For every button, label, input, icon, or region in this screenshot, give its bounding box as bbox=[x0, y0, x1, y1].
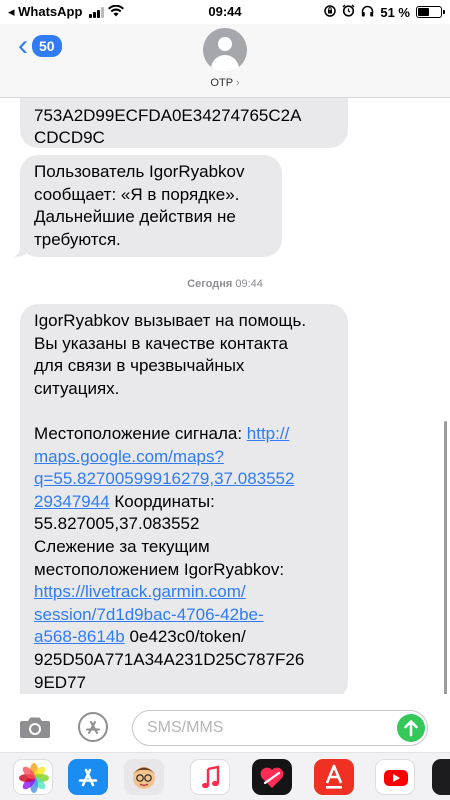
map-link[interactable]: maps.google.com/maps? bbox=[34, 447, 224, 466]
livetrack-link[interactable]: a568-8614b bbox=[34, 627, 125, 646]
back-button[interactable]: ‹ 50 bbox=[18, 31, 62, 61]
token-text: 925D50A771A34A231D25C787F26 bbox=[34, 649, 305, 669]
status-icons: 51 % bbox=[324, 4, 445, 20]
message-text: требуются. bbox=[34, 229, 121, 249]
message-bubble[interactable]: 753A2D99ECFDA0E34274765C2A CDCD9C bbox=[20, 98, 348, 148]
coordinates-label: Координаты: bbox=[109, 491, 215, 511]
unread-count-badge[interactable]: 50 bbox=[32, 35, 62, 57]
coordinates-value: 55.827005,37.083552 bbox=[34, 514, 200, 534]
conversation-header: ‹ 50 OTP › bbox=[0, 24, 450, 98]
message-text: Дальнейшие действия не bbox=[34, 207, 236, 227]
app-store-icon[interactable] bbox=[78, 712, 108, 742]
tracking-text: Слежение за текущим bbox=[34, 536, 210, 556]
status-bar: ◂ WhatsApp 09:44 51 % bbox=[0, 0, 450, 24]
message-text: Вы указаны в качестве контакта bbox=[34, 333, 288, 353]
battery-percent: 51 % bbox=[380, 4, 410, 20]
token-text: 9ED77 bbox=[34, 672, 86, 692]
message-text: сообщает: «Я в порядке». bbox=[34, 184, 240, 204]
chevron-right-icon: › bbox=[235, 77, 240, 89]
person-icon bbox=[218, 37, 232, 51]
livetrack-link[interactable]: session/7d1d9bac-4706-42be- bbox=[34, 605, 264, 624]
music-app-icon[interactable] bbox=[190, 759, 230, 795]
timestamp: Сегодня 09:44 bbox=[0, 278, 450, 290]
youtube-app-icon[interactable] bbox=[375, 759, 415, 795]
chevron-left-icon[interactable]: ‹ bbox=[18, 31, 28, 61]
map-link[interactable]: q=55.82700599916279,37.083552 bbox=[34, 469, 294, 488]
memoji-app-icon[interactable] bbox=[124, 759, 164, 795]
token-text: 0e423c0/token/ bbox=[124, 627, 246, 647]
location-label: Местоположение сигнала: bbox=[34, 423, 247, 443]
more-app-icon[interactable] bbox=[432, 759, 450, 795]
contact-avatar[interactable] bbox=[203, 28, 247, 72]
alarm-icon bbox=[342, 4, 355, 20]
message-input[interactable]: SMS/MMS bbox=[132, 710, 428, 746]
scrollbar[interactable] bbox=[444, 421, 447, 694]
app-store-app-icon[interactable] bbox=[68, 759, 108, 795]
photos-app-icon[interactable] bbox=[13, 759, 53, 795]
contact-name[interactable]: OTP bbox=[210, 77, 232, 89]
message-bubble[interactable]: IgorRyabkov вызывает на помощь. Вы указа… bbox=[11, 304, 348, 694]
map-link[interactable]: http:// bbox=[247, 424, 290, 443]
message-text: CDCD9C bbox=[34, 128, 105, 148]
battery-level bbox=[418, 8, 430, 16]
livetrack-link[interactable]: https://livetrack.garmin.com/ bbox=[34, 582, 246, 601]
message-text: Пользователь IgorRyabkov bbox=[34, 162, 245, 181]
compose-bar: SMS/MMS bbox=[0, 700, 450, 752]
timestamp-time: 09:44 bbox=[235, 278, 263, 290]
contact-name-button[interactable]: OTP › bbox=[0, 77, 450, 89]
message-thread[interactable]: 753A2D99ECFDA0E34274765C2A CDCD9C Пользо… bbox=[0, 98, 450, 694]
battery-icon bbox=[416, 6, 445, 18]
send-arrow-icon[interactable] bbox=[397, 714, 425, 742]
headphones-icon bbox=[361, 5, 374, 20]
camera-icon[interactable] bbox=[19, 715, 51, 739]
message-text: для связи в чрезвычайных bbox=[34, 356, 245, 376]
map-link[interactable]: 29347944 bbox=[34, 492, 110, 511]
timestamp-day: Сегодня bbox=[187, 278, 233, 290]
message-text: ситуациях. bbox=[34, 378, 120, 398]
alfa-bank-app-icon[interactable] bbox=[314, 759, 354, 795]
digital-touch-app-icon[interactable] bbox=[252, 759, 292, 795]
tracking-text: местоположением IgorRyabkov: bbox=[34, 559, 285, 579]
message-text: IgorRyabkov вызывает на помощь. bbox=[34, 311, 307, 330]
imessage-app-drawer bbox=[0, 752, 450, 800]
orientation-lock-icon bbox=[324, 4, 337, 20]
message-text: 753A2D99ECFDA0E34274765C2A bbox=[34, 105, 302, 125]
message-bubble[interactable]: Пользователь IgorRyabkov сообщает: «Я в … bbox=[11, 155, 282, 258]
